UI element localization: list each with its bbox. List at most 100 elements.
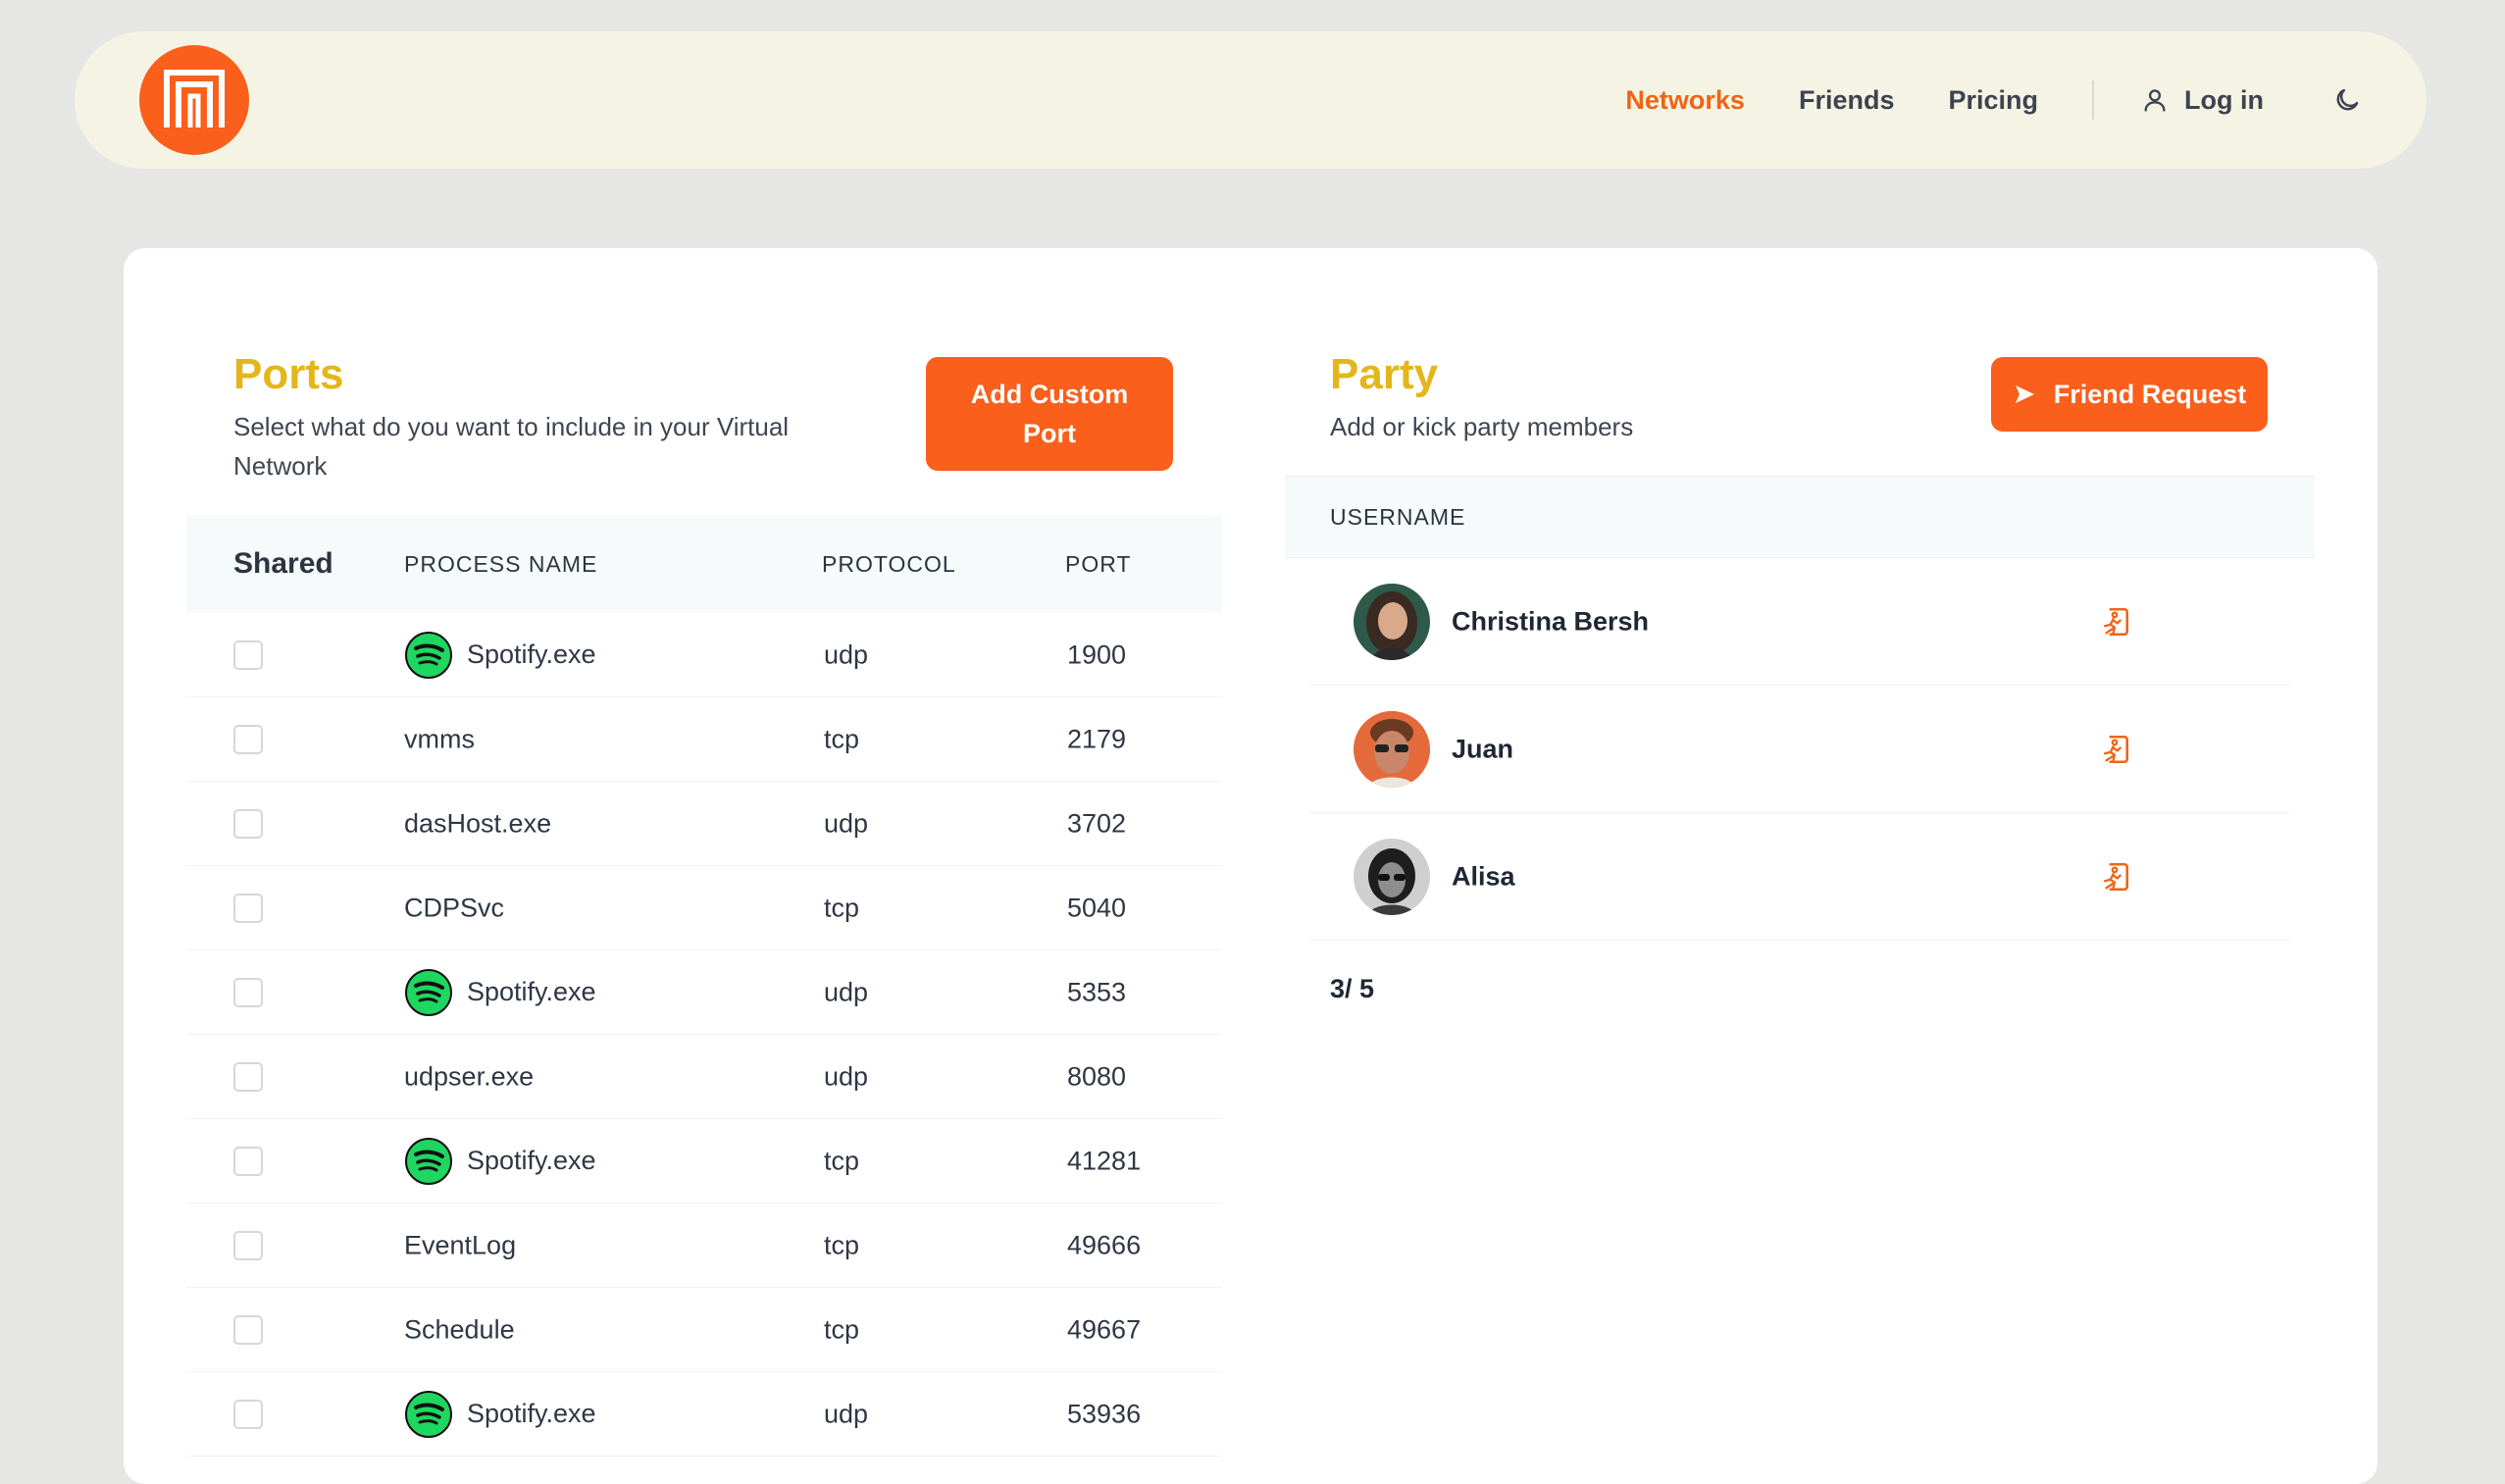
port-cell: 5353 xyxy=(1067,977,1127,1006)
port-cell: 41281 xyxy=(1067,1146,1142,1175)
kick-icon xyxy=(2103,607,2129,636)
app-logo[interactable] xyxy=(139,45,249,155)
protocol-cell: udp xyxy=(824,977,869,1006)
table-row: Spotify.exe tcp 41281 xyxy=(186,1119,1222,1203)
nav-pricing[interactable]: Pricing xyxy=(1948,85,2038,116)
col-shared: Shared xyxy=(233,547,333,580)
main-card: Ports Select what do you want to include… xyxy=(124,248,2377,1484)
process-name: Spotify.exe xyxy=(467,1399,596,1428)
process-name-cell: Spotify.exe xyxy=(404,1390,596,1439)
process-name-cell: Spotify.exe xyxy=(404,631,596,680)
moon-icon xyxy=(2336,88,2359,111)
kick-member-button[interactable] xyxy=(2095,602,2134,641)
port-cell: 8080 xyxy=(1067,1061,1127,1091)
table-row: Schedule tcp 49667 xyxy=(186,1288,1222,1372)
login-link[interactable]: Log in xyxy=(2141,85,2264,116)
shared-checkbox[interactable] xyxy=(233,1061,263,1092)
spotify-icon xyxy=(404,631,453,680)
process-name: dasHost.exe xyxy=(404,808,552,838)
party-member-row: Christina Bersh xyxy=(1308,558,2291,686)
friend-request-button[interactable]: Friend Request xyxy=(1991,357,2268,432)
protocol-cell: tcp xyxy=(824,893,860,922)
ports-table-header: Shared PROCESS NAME PROTOCOL PORT xyxy=(186,515,1222,613)
shared-checkbox[interactable] xyxy=(233,893,263,923)
protocol-cell: tcp xyxy=(824,1314,860,1344)
process-name: Spotify.exe xyxy=(467,640,596,669)
table-row: Spotify.exe udp 5353 xyxy=(186,950,1222,1035)
shared-checkbox[interactable] xyxy=(233,1230,263,1260)
port-cell: 2179 xyxy=(1067,724,1127,753)
friend-request-label: Friend Request xyxy=(2053,380,2247,409)
process-name: EventLog xyxy=(404,1230,517,1259)
nav-divider xyxy=(2092,80,2095,120)
process-name: vmms xyxy=(404,724,475,753)
avatar-image xyxy=(1354,583,1430,660)
avatar xyxy=(1354,583,1430,660)
protocol-cell: udp xyxy=(824,640,869,669)
table-row: CDPSvc tcp 5040 xyxy=(186,866,1222,950)
party-table: USERNAME Christina Bersh Juan Alisa xyxy=(1285,476,2315,941)
logo-icon xyxy=(164,70,225,128)
shared-checkbox[interactable] xyxy=(233,1146,263,1176)
nav-networks[interactable]: Networks xyxy=(1625,85,1745,116)
process-name: Schedule xyxy=(404,1314,515,1344)
nav-friends[interactable]: Friends xyxy=(1799,85,1895,116)
spotify-icon xyxy=(404,968,453,1017)
protocol-cell: udp xyxy=(824,1399,869,1428)
add-custom-port-button[interactable]: Add Custom Port xyxy=(926,357,1173,471)
ports-table-body: Spotify.exe udp 1900 vmms tcp 2179 dasHost.exe… xyxy=(186,613,1222,1457)
process-name-cell: udpser.exe xyxy=(404,1061,534,1092)
spotify-icon xyxy=(404,1137,453,1186)
protocol-cell: tcp xyxy=(824,1146,860,1175)
member-name: Alisa xyxy=(1452,861,1515,891)
party-table-header: USERNAME xyxy=(1285,476,2315,558)
avatar xyxy=(1354,838,1430,915)
process-name: udpser.exe xyxy=(404,1061,535,1091)
login-label: Log in xyxy=(2184,84,2264,115)
avatar-image xyxy=(1354,838,1430,915)
nav-links: Networks Friends Pricing Log in xyxy=(1625,80,2362,120)
party-member-row: Alisa xyxy=(1308,813,2291,941)
protocol-cell: tcp xyxy=(824,1230,860,1259)
shared-checkbox[interactable] xyxy=(233,724,263,754)
process-name-cell: Spotify.exe xyxy=(404,1137,596,1186)
process-name-cell: Schedule xyxy=(404,1314,515,1345)
ports-title: Ports xyxy=(233,350,344,398)
process-name-cell: vmms xyxy=(404,724,475,754)
ports-subtitle: Select what do you want to include in yo… xyxy=(233,412,790,481)
process-name-cell: Spotify.exe xyxy=(404,968,596,1017)
user-icon xyxy=(2144,89,2166,112)
port-cell: 1900 xyxy=(1067,640,1127,669)
ports-header: Ports Select what do you want to include… xyxy=(233,350,861,486)
col-process-name: PROCESS NAME xyxy=(404,550,598,577)
port-cell: 53936 xyxy=(1067,1399,1142,1428)
member-name: Juan xyxy=(1452,734,1514,763)
party-header: Party Add or kick party members xyxy=(1330,350,1918,446)
col-protocol: PROTOCOL xyxy=(822,550,956,577)
shared-checkbox[interactable] xyxy=(233,808,263,839)
process-name: Spotify.exe xyxy=(467,1146,596,1175)
kick-member-button[interactable] xyxy=(2095,730,2134,769)
port-cell: 3702 xyxy=(1067,808,1127,838)
shared-checkbox[interactable] xyxy=(233,1314,263,1345)
shared-checkbox[interactable] xyxy=(233,640,263,670)
process-name: Spotify.exe xyxy=(467,977,596,1006)
party-title: Party xyxy=(1330,350,1439,398)
process-name-cell: CDPSvc xyxy=(404,893,504,923)
table-row: vmms tcp 2179 xyxy=(186,697,1222,782)
col-username: USERNAME xyxy=(1330,503,1466,530)
port-cell: 49667 xyxy=(1067,1314,1142,1344)
kick-icon xyxy=(2103,735,2129,763)
port-cell: 49666 xyxy=(1067,1230,1142,1259)
table-row: dasHost.exe udp 3702 xyxy=(186,782,1222,866)
shared-checkbox[interactable] xyxy=(233,977,263,1007)
party-member-row: Juan xyxy=(1308,686,2291,813)
kick-member-button[interactable] xyxy=(2095,857,2134,896)
theme-toggle[interactable] xyxy=(2332,85,2362,115)
kick-icon xyxy=(2103,862,2129,891)
party-subtitle: Add or kick party members xyxy=(1330,412,1634,441)
process-name-cell: EventLog xyxy=(404,1230,516,1260)
shared-checkbox[interactable] xyxy=(233,1399,263,1429)
table-row: udpser.exe udp 8080 xyxy=(186,1035,1222,1119)
process-name: CDPSvc xyxy=(404,893,505,922)
